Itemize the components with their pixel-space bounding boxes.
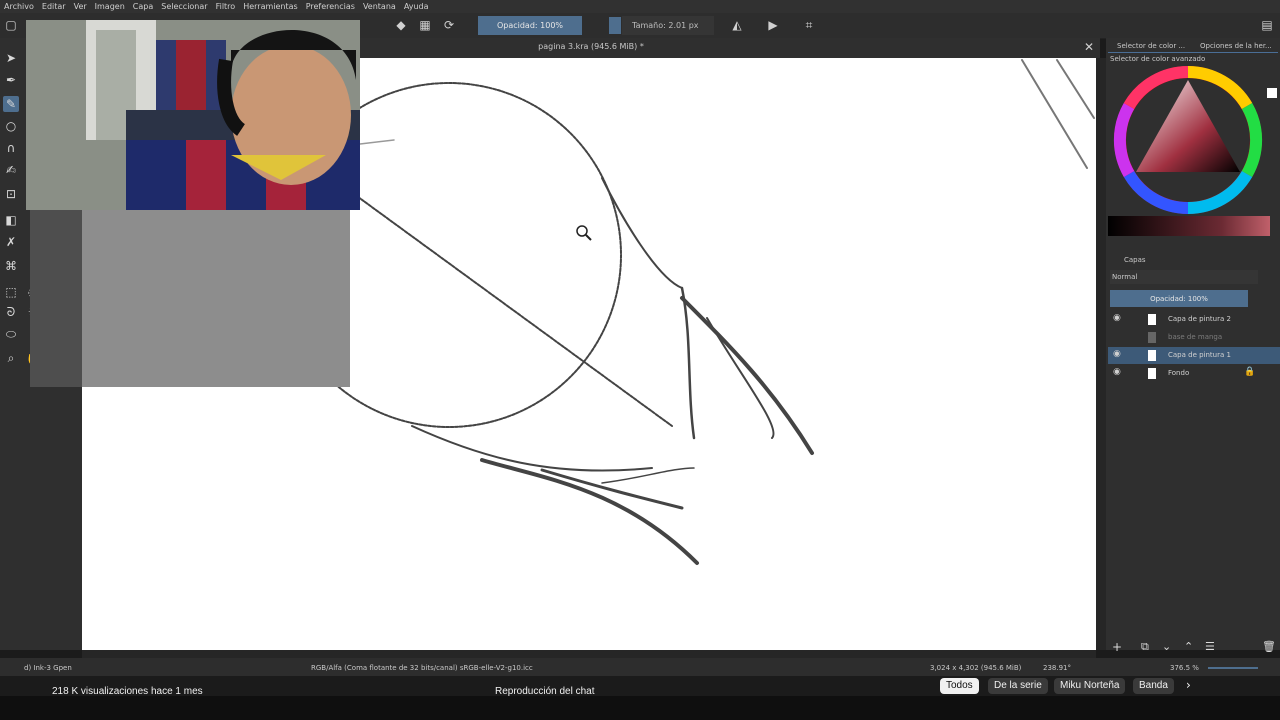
gradient-tool-icon[interactable]: ◧ <box>3 212 19 228</box>
smart-patch-icon[interactable]: ✗ <box>3 234 19 250</box>
tab-tool-options[interactable]: Opciones de la her... <box>1200 42 1272 50</box>
jaw-stroke-1 <box>601 177 683 289</box>
blend-mode-select[interactable]: Normal <box>1110 270 1258 284</box>
zoom-tool-icon[interactable]: ⌕ <box>3 350 19 366</box>
close-document-icon[interactable]: ✕ <box>1082 40 1096 54</box>
move-down-icon[interactable]: ⌄ <box>1162 640 1171 653</box>
fg-color-swatch[interactable] <box>1267 88 1277 98</box>
webcam-overlay <box>26 20 360 210</box>
select-tool-icon[interactable]: ➤ <box>3 50 19 66</box>
menu-capa[interactable]: Capa <box>129 2 157 11</box>
brush-tool-icon[interactable]: ✎ <box>3 96 19 112</box>
hair-stroke-2 <box>706 317 775 439</box>
menu-editar[interactable]: Editar <box>38 2 70 11</box>
menu-ayuda[interactable]: Ayuda <box>400 2 433 11</box>
gray-overlay-shadow <box>30 210 82 387</box>
size-slider[interactable]: Tamaño: 2.01 px <box>622 16 714 35</box>
layer-thumbnail <box>1148 368 1156 379</box>
delete-layer-icon[interactable]: 🗑 <box>1262 640 1276 653</box>
layer-name: Capa de pintura 2 <box>1168 315 1231 323</box>
crop-icon[interactable]: ⌗ <box>802 18 816 32</box>
layer-name: Fondo <box>1168 369 1190 377</box>
layer-thumbnail <box>1148 350 1156 361</box>
assistant-tool-icon[interactable]: ⌘ <box>3 258 19 274</box>
horizontal-scrollbar[interactable] <box>82 650 1096 658</box>
chin-stroke <box>411 425 653 472</box>
chip-de-la-serie[interactable]: De la serie <box>988 678 1048 694</box>
layer-thumbnail <box>1148 332 1156 343</box>
status-bar <box>0 658 1280 676</box>
layer-row[interactable]: ◉ Capa de pintura 1 <box>1108 347 1280 364</box>
mirror-vertical-icon[interactable]: ▶ <box>766 18 780 32</box>
menu-archivo[interactable]: Archivo <box>0 2 38 11</box>
menu-imagen[interactable]: Imagen <box>91 2 129 11</box>
layer-name: Capa de pintura 1 <box>1168 351 1231 359</box>
layer-thumbnail <box>1148 314 1156 325</box>
layer-row[interactable]: ◉ Fondo 🔒 <box>1108 365 1280 382</box>
zoom-readout: 376.5 % <box>1170 664 1199 672</box>
ellipse-tool-icon[interactable]: ○ <box>3 118 19 134</box>
guide-line-stroke <box>353 193 673 427</box>
new-document-icon[interactable]: ▢ <box>4 18 18 32</box>
neck-stroke-1 <box>480 458 699 565</box>
menu-ventana[interactable]: Ventana <box>359 2 400 11</box>
alpha-lock-icon[interactable]: ▦ <box>418 18 432 32</box>
rotation-readout: 238.91° <box>1043 664 1071 672</box>
eye-icon[interactable]: ◉ <box>1113 349 1121 359</box>
edge-stroke-2 <box>1056 59 1095 119</box>
freehand-path-icon[interactable]: ✍ <box>3 162 19 178</box>
zoom-slider[interactable] <box>1208 667 1258 669</box>
brush-color-swatch[interactable] <box>609 17 621 34</box>
move-up-icon[interactable]: ⌃ <box>1184 640 1193 653</box>
chip-banda[interactable]: Banda <box>1133 678 1174 694</box>
color-wheel[interactable] <box>1112 62 1266 220</box>
color-space-label: RGB/Alfa (Coma flotante de 32 bits/canal… <box>311 664 533 672</box>
tab-color-selector[interactable]: Selector de color ... <box>1117 42 1185 50</box>
edge-stroke-1 <box>1021 59 1088 169</box>
mirror-horizontal-icon[interactable]: ◭ <box>730 18 744 32</box>
chip-todos[interactable]: Todos <box>940 678 979 694</box>
layers-title: Capas <box>1124 256 1146 264</box>
layer-name: base de manga <box>1168 333 1223 341</box>
page-bottom <box>0 696 1280 720</box>
menu-herramientas[interactable]: Herramientas <box>239 2 302 11</box>
vertical-scrollbar[interactable] <box>1096 58 1106 650</box>
layer-row[interactable]: base de manga <box>1108 329 1280 346</box>
small-stroke <box>359 139 395 145</box>
transform-tool-icon[interactable]: ⊡ <box>3 186 19 202</box>
layer-opacity-slider[interactable]: Opacidad: 100% <box>1110 290 1248 307</box>
panel-toggle-icon[interactable]: ▤ <box>1260 18 1274 32</box>
color-history-bar[interactable] <box>1108 216 1270 236</box>
image-dimensions: 3,024 x 4,302 (945.6 MiB) <box>930 664 1022 672</box>
calligraphy-tool-icon[interactable]: ✒ <box>3 72 19 88</box>
menu-filtro[interactable]: Filtro <box>212 2 240 11</box>
duplicate-layer-icon[interactable]: ⧉ <box>1141 640 1149 654</box>
bezier-tool-icon[interactable]: ∩ <box>3 140 19 156</box>
layer-properties-icon[interactable]: ☰ <box>1205 640 1215 653</box>
eraser-icon[interactable]: ◆ <box>394 18 408 32</box>
layer-row[interactable]: ◉ Capa de pintura 2 <box>1108 311 1280 328</box>
zoom-cursor-icon <box>576 225 592 241</box>
eye-icon[interactable]: ◉ <box>1113 313 1121 323</box>
tab-underline <box>1108 52 1278 53</box>
reload-preset-icon[interactable]: ⟳ <box>442 18 456 32</box>
rect-select-icon[interactable]: ⬚ <box>3 284 19 300</box>
chevron-right-icon[interactable]: › <box>1186 678 1191 692</box>
lock-icon[interactable]: 🔒 <box>1244 367 1255 377</box>
menu-ver[interactable]: Ver <box>70 2 91 11</box>
eye-icon[interactable]: ◉ <box>1113 367 1121 377</box>
bezier-select-icon[interactable]: ⬭ <box>3 326 19 342</box>
menu-seleccionar[interactable]: Seleccionar <box>157 2 211 11</box>
opacity-slider[interactable]: Opacidad: 100% <box>478 16 582 35</box>
brush-preset-label: d) Ink-3 Gpen <box>24 664 72 672</box>
add-layer-icon[interactable]: + <box>1112 640 1122 654</box>
chip-miku-nortena[interactable]: Miku Norteña <box>1054 678 1126 694</box>
outline-select-icon[interactable]: ᘐ <box>3 304 19 320</box>
hair-stroke-1 <box>680 296 814 455</box>
menu-preferencias[interactable]: Preferencias <box>302 2 359 11</box>
menu-bar: Archivo Editar Ver Imagen Capa Seleccion… <box>0 0 1280 13</box>
